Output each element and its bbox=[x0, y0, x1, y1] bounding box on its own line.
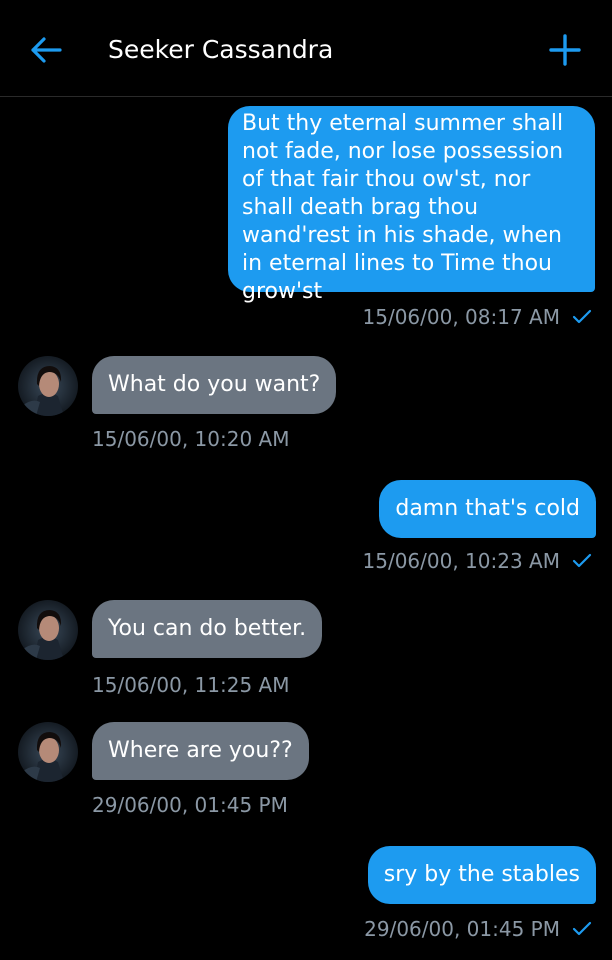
read-check-icon bbox=[572, 553, 592, 569]
avatar[interactable] bbox=[18, 600, 78, 660]
contact-name[interactable]: Seeker Cassandra bbox=[108, 30, 333, 70]
message-text: You can do better. bbox=[108, 616, 307, 641]
add-button[interactable] bbox=[540, 26, 590, 74]
message-text: sry by the stables bbox=[383, 862, 580, 887]
message-timestamp: 15/06/00, 11:25 AM bbox=[92, 672, 289, 698]
message-timestamp: 15/06/00, 10:20 AM bbox=[92, 426, 289, 452]
message-text: But thy eternal summer shall not fade, n… bbox=[242, 111, 564, 304]
message-text: damn that's cold bbox=[395, 496, 580, 521]
message-timestamp: 29/06/00, 01:45 PM bbox=[92, 792, 288, 818]
timestamp-text: 15/06/00, 10:20 AM bbox=[92, 427, 290, 451]
avatar[interactable] bbox=[18, 356, 78, 416]
message-timestamp: 15/06/00, 08:17 AM bbox=[363, 304, 592, 330]
message-thread[interactable]: But thy eternal summer shall not fade, n… bbox=[0, 98, 612, 960]
read-check-icon bbox=[572, 921, 592, 937]
timestamp-text: 29/06/00, 01:45 PM bbox=[364, 917, 560, 941]
avatar[interactable] bbox=[18, 722, 78, 782]
back-button[interactable] bbox=[22, 28, 70, 72]
timestamp-text: 15/06/00, 11:25 AM bbox=[92, 673, 290, 697]
message-text: Where are you?? bbox=[108, 738, 293, 763]
arrow-left-icon bbox=[31, 37, 62, 63]
incoming-message-bubble[interactable]: Where are you?? bbox=[92, 722, 309, 780]
incoming-message-bubble[interactable]: What do you want? bbox=[92, 356, 337, 414]
chat-header: Seeker Cassandra bbox=[0, 0, 612, 97]
timestamp-text: 15/06/00, 10:23 AM bbox=[362, 549, 560, 573]
message-text: What do you want? bbox=[108, 372, 321, 397]
outgoing-message-bubble[interactable]: But thy eternal summer shall not fade, n… bbox=[228, 106, 595, 304]
incoming-message-bubble[interactable]: You can do better. bbox=[92, 600, 323, 658]
timestamp-text: 29/06/00, 01:45 PM bbox=[92, 793, 288, 817]
message-timestamp: 15/06/00, 10:23 AM bbox=[363, 548, 592, 574]
plus-icon bbox=[549, 34, 581, 66]
outgoing-message-bubble[interactable]: damn that's cold bbox=[379, 480, 596, 538]
chat-screen: Seeker Cassandra But thy eternal summer … bbox=[0, 0, 612, 960]
message-timestamp: 29/06/00, 01:45 PM bbox=[364, 916, 592, 942]
timestamp-text: 15/06/00, 08:17 AM bbox=[362, 305, 560, 329]
read-check-icon bbox=[572, 309, 592, 325]
outgoing-message-bubble[interactable]: sry by the stables bbox=[367, 846, 596, 904]
